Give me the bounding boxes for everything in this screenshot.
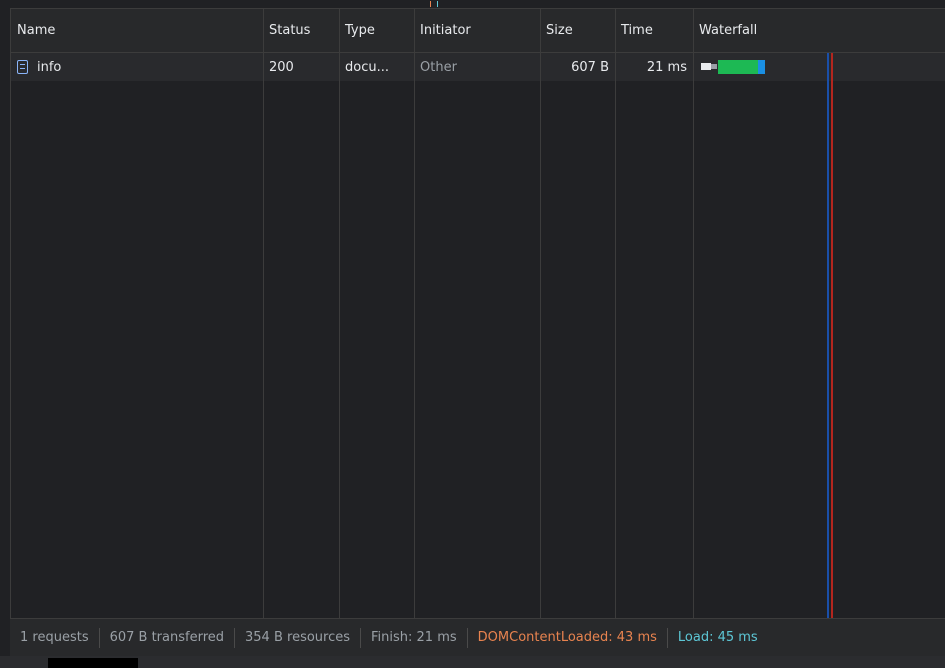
summary-transferred: 607 B transferred [109,630,225,645]
column-header-name-label: Name [17,23,56,38]
column-header-type-label: Type [345,23,375,38]
column-divider [615,9,616,619]
waterfall-end-bar [758,60,765,74]
summary-dom-content-loaded: DOMContentLoaded: 43 ms [477,630,657,645]
request-initiator: Other [420,59,457,75]
document-icon [17,60,28,74]
network-request-table: Name Status Type Initiator Size Time Wat… [10,8,945,619]
dcl-overview-marker [430,1,431,7]
column-divider [693,9,694,619]
column-divider [414,9,415,619]
waterfall-download-bar [718,60,758,74]
request-waterfall-cell[interactable] [693,53,945,81]
request-type-cell: docu... [339,53,414,81]
column-header-time[interactable]: Time [615,9,693,52]
column-header-initiator[interactable]: Initiator [414,9,540,52]
load-overview-marker [437,1,438,7]
table-row[interactable]: info 200 docu... Other 607 B 21 ms [11,53,945,81]
column-header-size-label: Size [546,23,573,38]
load-event-line [831,53,833,619]
column-header-waterfall-label: Waterfall [699,23,758,38]
request-time: 21 ms [646,59,687,75]
request-size: 607 B [571,59,609,75]
column-header-time-label: Time [621,23,653,38]
bottom-drawer-bar [0,656,945,668]
column-header-type[interactable]: Type [339,9,414,52]
column-divider [339,9,340,619]
column-divider [540,9,541,619]
summary-requests: 1 requests [20,630,89,645]
column-header-waterfall[interactable]: Waterfall [693,9,945,52]
request-status-cell: 200 [263,53,339,81]
top-strip [0,0,945,8]
waterfall-queue-bar [711,64,717,69]
dom-content-loaded-line [827,53,829,619]
network-summary-bar: 1 requests 607 B transferred 354 B resou… [10,618,945,656]
column-header-status[interactable]: Status [263,9,339,52]
request-type: docu... [345,59,389,75]
request-status: 200 [269,59,294,75]
request-name: info [37,59,62,75]
request-size-cell: 607 B [540,53,615,81]
redacted-block [48,658,138,668]
request-name-cell[interactable]: info [11,53,263,81]
table-header: Name Status Type Initiator Size Time Wat… [11,9,945,53]
summary-load: Load: 45 ms [677,630,758,645]
column-header-status-label: Status [269,23,311,38]
waterfall-waiting-bar [701,63,711,70]
column-header-name[interactable]: Name [11,9,263,52]
column-divider [263,9,264,619]
request-initiator-cell: Other [414,53,540,81]
column-header-initiator-label: Initiator [420,23,471,38]
column-header-size[interactable]: Size [540,9,615,52]
summary-resources: 354 B resources [245,630,351,645]
request-time-cell: 21 ms [615,53,693,81]
summary-finish: Finish: 21 ms [371,630,457,645]
